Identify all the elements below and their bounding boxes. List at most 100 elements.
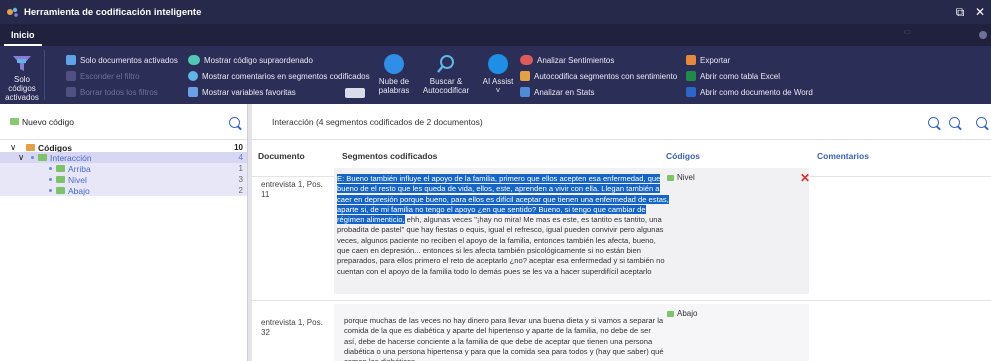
solo-documentos-label: Solo documentos activados (80, 55, 178, 65)
close-window-button[interactable]: ✕ (972, 4, 988, 20)
code-tag-icon (667, 174, 674, 181)
comment-icon (188, 71, 198, 81)
coded-segment-text[interactable]: E: Bueno también influye el apoyo de la … (337, 174, 670, 277)
exportar-label: Exportar (700, 55, 731, 65)
search-options-icon[interactable] (976, 117, 987, 128)
col-header-segmentos[interactable]: Segmentos codificados (342, 151, 437, 161)
abrir-word-button[interactable]: Abrir como documento de Word (686, 85, 813, 99)
remove-code-icon[interactable]: ✕ (800, 171, 810, 185)
row-code-abajo[interactable]: Abajo (667, 309, 697, 318)
solo-codigos-label: Solo códigos activados (5, 75, 39, 102)
expand-icon[interactable]: ∨ (18, 152, 28, 163)
code-tag-icon (56, 187, 65, 194)
tree-item-abajo[interactable]: Abajo 2 (0, 185, 247, 196)
bullet-icon (49, 189, 52, 192)
abrir-excel-label: Abrir como tabla Excel (700, 71, 781, 81)
row-documento[interactable]: entrevista 1, Pos. 32 (261, 318, 331, 338)
collapse-ribbon-icon[interactable] (979, 31, 987, 39)
code-folder-icon (26, 144, 35, 151)
bullet-icon (49, 167, 52, 170)
analizar-stats-label: Analizar en Stats (534, 87, 595, 97)
restore-window-button[interactable]: ⧉ (952, 4, 968, 20)
nuevo-codigo-button[interactable]: Nuevo código (10, 117, 74, 127)
window-title: Herramienta de codificación inteligente (24, 6, 202, 18)
tab-overflow-icon[interactable]: ▭ (903, 27, 911, 36)
col-header-codigos[interactable]: Códigos (666, 151, 700, 161)
word-icon (686, 87, 696, 97)
tree-label-arriba: Arriba (68, 163, 91, 174)
chevron-down-icon: ˅ (495, 86, 501, 95)
document-filter-icon (66, 55, 76, 65)
title-bar: Herramienta de codificación inteligente … (0, 0, 991, 24)
new-code-icon (10, 118, 19, 125)
analizar-stats-button[interactable]: Analizar en Stats (520, 85, 594, 99)
tree-item-nivel[interactable]: Nivel 3 (0, 174, 247, 185)
autocodifica-sentimiento-label: Autocodifica segmentos con sentimiento (534, 71, 678, 81)
search-codes-icon[interactable] (229, 117, 240, 128)
mostrar-variables-label: Mostrar variables favoritas (202, 87, 296, 97)
borrar-filtros-button[interactable]: Borrar todos los filtros (66, 85, 158, 99)
tree-count-abajo: 2 (238, 186, 243, 195)
ribbon-tab-bar: Inicio ▭ (0, 24, 991, 46)
mostrar-comentarios-label: Mostrar comentarios en segmentos codific… (202, 71, 370, 81)
excel-icon (686, 71, 696, 81)
ai-assist-button[interactable]: AI Assist ˅ (480, 54, 516, 95)
funnel-icon (66, 71, 76, 81)
tree-label-codigos: Códigos (38, 142, 72, 153)
search-icon (436, 54, 456, 74)
coded-segment-text[interactable]: porque muchas de las veces no hay dinero… (344, 316, 664, 361)
tree-count-codigos: 10 (234, 143, 243, 152)
autocode-sentiment-icon (520, 71, 530, 81)
code-tag-icon (38, 154, 47, 161)
esconder-filtro-label: Esconder el filtro (80, 71, 140, 81)
tab-inicio[interactable]: Inicio (4, 24, 42, 46)
mostrar-variables-toggle[interactable]: Mostrar variables favoritas (188, 85, 296, 99)
toggle-on-icon (188, 55, 200, 65)
app-logo-icon (6, 5, 20, 19)
solo-codigos-button[interactable]: Solo códigos activados (3, 54, 41, 102)
analizar-sentimientos-button[interactable]: Analizar Sentimientos (520, 53, 614, 67)
export-icon (686, 55, 696, 65)
nube-palabras-label: Nube de palabras (378, 77, 410, 95)
esconder-filtro-button[interactable]: Esconder el filtro (66, 69, 140, 83)
ai-assist-icon (488, 54, 508, 74)
code-tag-icon (56, 165, 65, 172)
autocodifica-sentimiento-button[interactable]: Autocodifica segmentos con sentimiento (520, 69, 677, 83)
nube-palabras-button[interactable]: Nube de palabras (376, 54, 412, 95)
tree-item-arriba[interactable]: Arriba 1 (0, 163, 247, 174)
nuevo-codigo-label: Nuevo código (22, 116, 74, 127)
cloud-icon (384, 54, 404, 74)
abrir-excel-button[interactable]: Abrir como tabla Excel (686, 69, 780, 83)
buscar-autocodificar-label: Buscar & Autocodificar (422, 77, 470, 95)
row-code-label: Abajo (677, 309, 698, 318)
col-header-documento[interactable]: Documento (258, 151, 305, 161)
tree-item-interaccion[interactable]: ∨ Interacción 4 (0, 152, 247, 163)
variables-dropdown[interactable] (345, 88, 365, 98)
row-documento[interactable]: entrevista 1, Pos. 11 (261, 180, 331, 200)
code-tag-icon (56, 176, 65, 183)
solo-documentos-button[interactable]: Solo documentos activados (66, 53, 178, 67)
exportar-button[interactable]: Exportar (686, 53, 730, 67)
segment-text-rest: ehh, algunas veces "¡hay no mira! Me mas… (337, 215, 665, 276)
retrieved-segments-header: Interacción (4 segmentos codificados de … (252, 104, 991, 140)
row-divider (252, 300, 991, 301)
ribbon: Solo códigos activados Solo documentos a… (0, 46, 991, 104)
filter-codes-icon (12, 54, 32, 72)
bullet-icon (49, 178, 52, 181)
tree-count-arriba: 1 (238, 164, 243, 173)
search-icon[interactable] (928, 117, 939, 128)
row-code-nivel[interactable]: Nivel (667, 173, 695, 182)
col-header-comentarios[interactable]: Comentarios (817, 151, 869, 161)
borrar-filtros-label: Borrar todos los filtros (80, 87, 158, 97)
buscar-autocodificar-button[interactable]: Buscar & Autocodificar (418, 54, 474, 95)
mostrar-supraordenado-toggle[interactable]: Mostrar código supraordenado (188, 53, 313, 67)
variables-icon (188, 87, 198, 97)
code-system-panel: Nuevo código ∨ Códigos 10 ∨ Interacción … (0, 104, 247, 361)
mostrar-comentarios-toggle[interactable]: Mostrar comentarios en segmentos codific… (188, 69, 370, 83)
row-code-label: Nivel (677, 173, 695, 182)
tree-count-interaccion: 4 (238, 153, 243, 162)
search-next-icon[interactable] (949, 117, 960, 128)
tree-label-interaccion: Interacción (50, 152, 92, 163)
stats-icon (520, 87, 530, 97)
tree-label-nivel: Nivel (68, 174, 87, 185)
